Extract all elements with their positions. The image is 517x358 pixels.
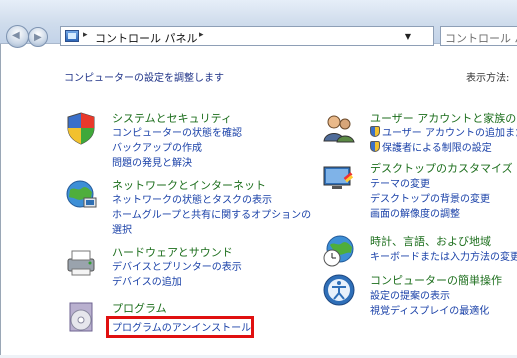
breadcrumb-separator-icon[interactable]: ▸ [199,30,204,40]
optimize-display-link[interactable]: 視覚ディスプレイの最適化 [370,302,489,317]
parental-controls-link[interactable]: 保護者による制限の設定 [370,139,492,154]
desktop-customize-icon [323,166,354,189]
search-input[interactable]: コントロール パネ [440,26,517,46]
change-background-link[interactable]: デスクトップの背景の変更 [370,190,490,205]
programs-title[interactable]: プログラム [112,300,167,316]
adjust-resolution-link[interactable]: 画面の解像度の調整 [370,205,460,220]
printer-icon [67,250,95,276]
add-user-account-link[interactable]: ユーザー アカウントの追加また [370,124,517,139]
uac-shield-icon [370,141,380,152]
network-status-link[interactable]: ネットワークの状態とタスクの表示 [112,191,272,206]
homegroup-options-link-continued[interactable]: 選択 [112,221,132,236]
uac-shield-icon [370,126,380,137]
forward-button[interactable]: ▶ [28,27,48,47]
clock-globe-icon [323,235,354,267]
address-bar[interactable]: ▸ コントロール パネル ▸ ▼ ↻ [60,26,494,46]
back-arrow-icon: ◀ [12,30,20,41]
view-by-label: 表示方法: [466,73,510,84]
troubleshoot-link[interactable]: 問題の発見と解決 [112,154,192,169]
change-theme-link[interactable]: テーマの変更 [370,175,430,190]
devices-printers-link[interactable]: デバイスとプリンターの表示 [112,258,242,273]
network-globe-icon [66,180,97,208]
parental-controls-label: 保護者による制限の設定 [382,143,492,154]
control-panel-icon [65,30,79,42]
create-backup-link[interactable]: バックアップの作成 [112,139,202,154]
homegroup-options-link[interactable]: ホームグループと共有に関するオプションの [112,206,311,221]
security-shield-icon [67,112,95,145]
check-computer-status-link[interactable]: コンピューターの状態を確認 [112,124,242,139]
forward-arrow-icon: ▶ [34,32,42,43]
navigation-toolbar: ◀ ▶ ▸ コントロール パネル ▸ ▼ ↻ コントロール パネ [0,0,517,48]
add-device-link[interactable]: デバイスの追加 [112,273,182,288]
page-title: コンピューターの設定を調整します [64,73,224,84]
breadcrumb-separator-icon[interactable]: ▸ [83,30,88,40]
appearance-title[interactable]: デスクトップのカスタマイズ [370,160,513,176]
clock-language-region-title[interactable]: 時計、言語、および地域 [370,233,491,249]
change-keyboard-link[interactable]: キーボードまたは入力方法の変更 [370,248,517,263]
address-dropdown-icon[interactable]: ▼ [405,32,411,41]
breadcrumb-control-panel[interactable]: コントロール パネル [95,30,198,46]
back-button[interactable]: ◀ [6,25,29,48]
add-user-account-label: ユーザー アカウントの追加また [382,128,517,139]
users-icon [323,115,355,143]
ease-of-access-icon [323,274,355,306]
uninstall-highlight-box [106,316,254,338]
programs-disc-icon [69,302,93,332]
ease-of-access-title[interactable]: コンピューターの簡単操作 [370,272,502,288]
suggestions-link[interactable]: 設定の提案の表示 [370,287,450,302]
